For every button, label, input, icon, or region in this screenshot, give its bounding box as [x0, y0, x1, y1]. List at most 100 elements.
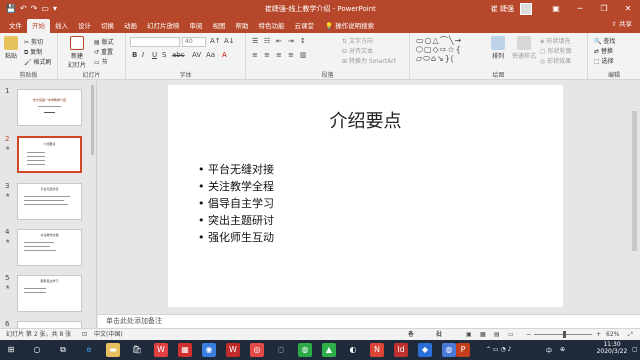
tab-slideshow[interactable]: 幻灯片放映	[142, 19, 185, 33]
tell-me-search[interactable]: 💡 操作说明搜索	[325, 19, 374, 33]
char-spacing-icon[interactable]: AV	[192, 51, 201, 59]
cut-button[interactable]: ✂ 剪切	[24, 37, 43, 46]
tab-help[interactable]: 帮助	[231, 19, 254, 33]
justify-icon[interactable]: ≡	[288, 51, 294, 59]
slide-title[interactable]: 介绍要点	[168, 107, 563, 133]
numbering-icon[interactable]: ☷	[264, 37, 270, 45]
slide-thumbnail-6[interactable]	[17, 321, 82, 328]
section-button[interactable]: ▭ 节	[94, 57, 108, 66]
new-slide-button[interactable]: 新建 幻灯片	[64, 36, 90, 69]
slide-thumbnail-5[interactable]: 倡导自主学习	[17, 275, 82, 312]
align-right-icon[interactable]: ≡	[276, 51, 282, 59]
app-icon[interactable]: ◎	[250, 343, 264, 357]
app-icon[interactable]: ◆	[418, 343, 432, 357]
app-icon[interactable]: ▲	[322, 343, 336, 357]
scrollbar-thumb[interactable]	[632, 111, 637, 251]
font-color-icon[interactable]: A	[222, 51, 227, 59]
user-name[interactable]: 崔 婕强	[491, 4, 514, 14]
columns-icon[interactable]: ▥	[300, 51, 307, 59]
edge-icon[interactable]: e	[82, 343, 96, 357]
powerpoint-icon[interactable]: P	[456, 343, 470, 357]
paste-button[interactable]: 粘贴	[3, 36, 19, 60]
tab-transitions[interactable]: 切换	[96, 19, 119, 33]
layout-button[interactable]: ▤ 版式	[94, 37, 114, 46]
redo-icon[interactable]: ↷	[31, 4, 38, 13]
slide-scrollbar[interactable]	[629, 81, 640, 314]
restore-icon[interactable]: ❐	[592, 4, 616, 13]
slide-sorter-icon[interactable]: ▦	[480, 329, 486, 340]
line-spacing-icon[interactable]: ↕	[300, 37, 306, 45]
app-icon[interactable]: ld	[394, 343, 408, 357]
language-indicator[interactable]: 中文(中国)	[94, 329, 123, 340]
app-icon[interactable]: ◉	[202, 343, 216, 357]
tab-home[interactable]: 开始	[27, 19, 50, 33]
save-icon[interactable]: 💾	[6, 4, 16, 13]
app-icon[interactable]: ◐	[346, 343, 360, 357]
zoom-slider-knob[interactable]	[563, 331, 566, 338]
shape-effects-button[interactable]: ◎ 形状效果	[540, 56, 571, 65]
tab-review[interactable]: 审阅	[185, 19, 208, 33]
tab-view[interactable]: 视图	[208, 19, 231, 33]
tab-file[interactable]: 文件	[4, 19, 27, 33]
font-name-combo[interactable]	[130, 37, 180, 47]
accessibility-icon[interactable]: ⊡	[82, 329, 87, 340]
shapes-gallery[interactable]: ▭○△⌒╲→ ⬡▢◇⇨☆{▱⬭⌂↘}⟮	[416, 36, 484, 63]
tab-features[interactable]: 特色功能	[254, 19, 290, 33]
tab-animations[interactable]: 动画	[119, 19, 142, 33]
shrink-font-icon[interactable]: A↓	[224, 37, 235, 45]
increase-indent-icon[interactable]: ⇥	[288, 37, 294, 45]
start-icon[interactable]: ⊞	[4, 343, 18, 357]
minimize-icon[interactable]: ─	[568, 4, 592, 13]
system-tray-icons[interactable]: ⌃ ▭ ◔ ♪	[486, 346, 511, 353]
select-button[interactable]: ⬚ 选择	[594, 56, 614, 65]
tab-insert[interactable]: 插入	[50, 19, 73, 33]
find-button[interactable]: 🔍 查找	[594, 36, 615, 45]
slide-bullet-list[interactable]: 平台无缝对接 关注教学全程 倡导自主学习 突出主题研讨 强化师生互动	[198, 161, 274, 246]
close-icon[interactable]: ✕	[616, 4, 640, 13]
undo-icon[interactable]: ↶	[20, 4, 27, 13]
normal-view-icon[interactable]: ▣	[466, 329, 472, 340]
app-icon[interactable]: ◌	[274, 343, 288, 357]
fit-slide-icon[interactable]: ⤢	[628, 329, 633, 340]
explorer-icon[interactable]: ▬	[106, 343, 120, 357]
smartart-button[interactable]: ⊞ 转换为 SmartArt	[342, 56, 396, 65]
app-icon[interactable]: ▦	[178, 343, 192, 357]
grow-font-icon[interactable]: A↑	[210, 37, 221, 45]
zoom-level[interactable]: 62%	[606, 329, 619, 340]
ime-indicator[interactable]: 中	[546, 346, 552, 355]
slide-thumbnail-2[interactable]: 介绍要点	[17, 136, 82, 173]
thumbnail-scrollbar[interactable]	[91, 85, 94, 155]
align-left-icon[interactable]: ≡	[252, 51, 258, 59]
arrange-button[interactable]: 排列	[488, 36, 508, 60]
slide-thumbnail-pane[interactable]: 1 永宁县第一中学教学介绍 2 ★ 介绍要点 3 ★ 平台无缝对接 4 ★ 关注…	[0, 81, 97, 328]
present-icon[interactable]: ▭	[41, 4, 49, 13]
search-icon[interactable]: ○	[30, 343, 44, 357]
change-case-icon[interactable]: Aa	[206, 51, 215, 59]
zoom-out-icon[interactable]: −	[526, 329, 531, 340]
shape-outline-button[interactable]: ▢ 形状轮廓	[540, 46, 572, 55]
clock[interactable]: 11:30 2020/3/22	[594, 341, 630, 355]
app-icon[interactable]: ◍	[442, 343, 456, 357]
slide-thumbnail-3[interactable]: 平台无缝对接	[17, 183, 82, 220]
format-painter-button[interactable]: 🖌 格式刷	[24, 57, 52, 66]
align-center-icon[interactable]: ≡	[264, 51, 270, 59]
font-size-combo[interactable]: 40	[182, 37, 206, 47]
align-text-button[interactable]: ⊟ 对齐文本	[342, 46, 373, 55]
underline-icon[interactable]: U	[152, 51, 157, 59]
avatar[interactable]	[520, 2, 532, 15]
notes-pane[interactable]: 单击此处添加备注	[98, 314, 640, 328]
customize-icon[interactable]: ▾	[53, 4, 57, 13]
zoom-in-icon[interactable]: +	[596, 329, 601, 340]
bold-icon[interactable]: B	[132, 51, 137, 59]
task-view-icon[interactable]: ⧉	[56, 343, 70, 357]
notification-icon[interactable]: ▢	[632, 346, 638, 353]
wps-icon[interactable]: W	[226, 343, 240, 357]
copy-button[interactable]: ⧉ 复制	[24, 47, 42, 57]
wechat-icon[interactable]: ◍	[298, 343, 312, 357]
current-slide[interactable]: 介绍要点 平台无缝对接 关注教学全程 倡导自主学习 突出主题研讨 强化师生互动	[168, 85, 563, 307]
reset-button[interactable]: ↺ 重置	[94, 47, 113, 56]
slide-thumbnail-1[interactable]: 永宁县第一中学教学介绍	[17, 89, 82, 126]
shadow-icon[interactable]: S	[162, 51, 166, 59]
app-icon[interactable]: N	[370, 343, 384, 357]
italic-icon[interactable]: I	[142, 51, 144, 59]
